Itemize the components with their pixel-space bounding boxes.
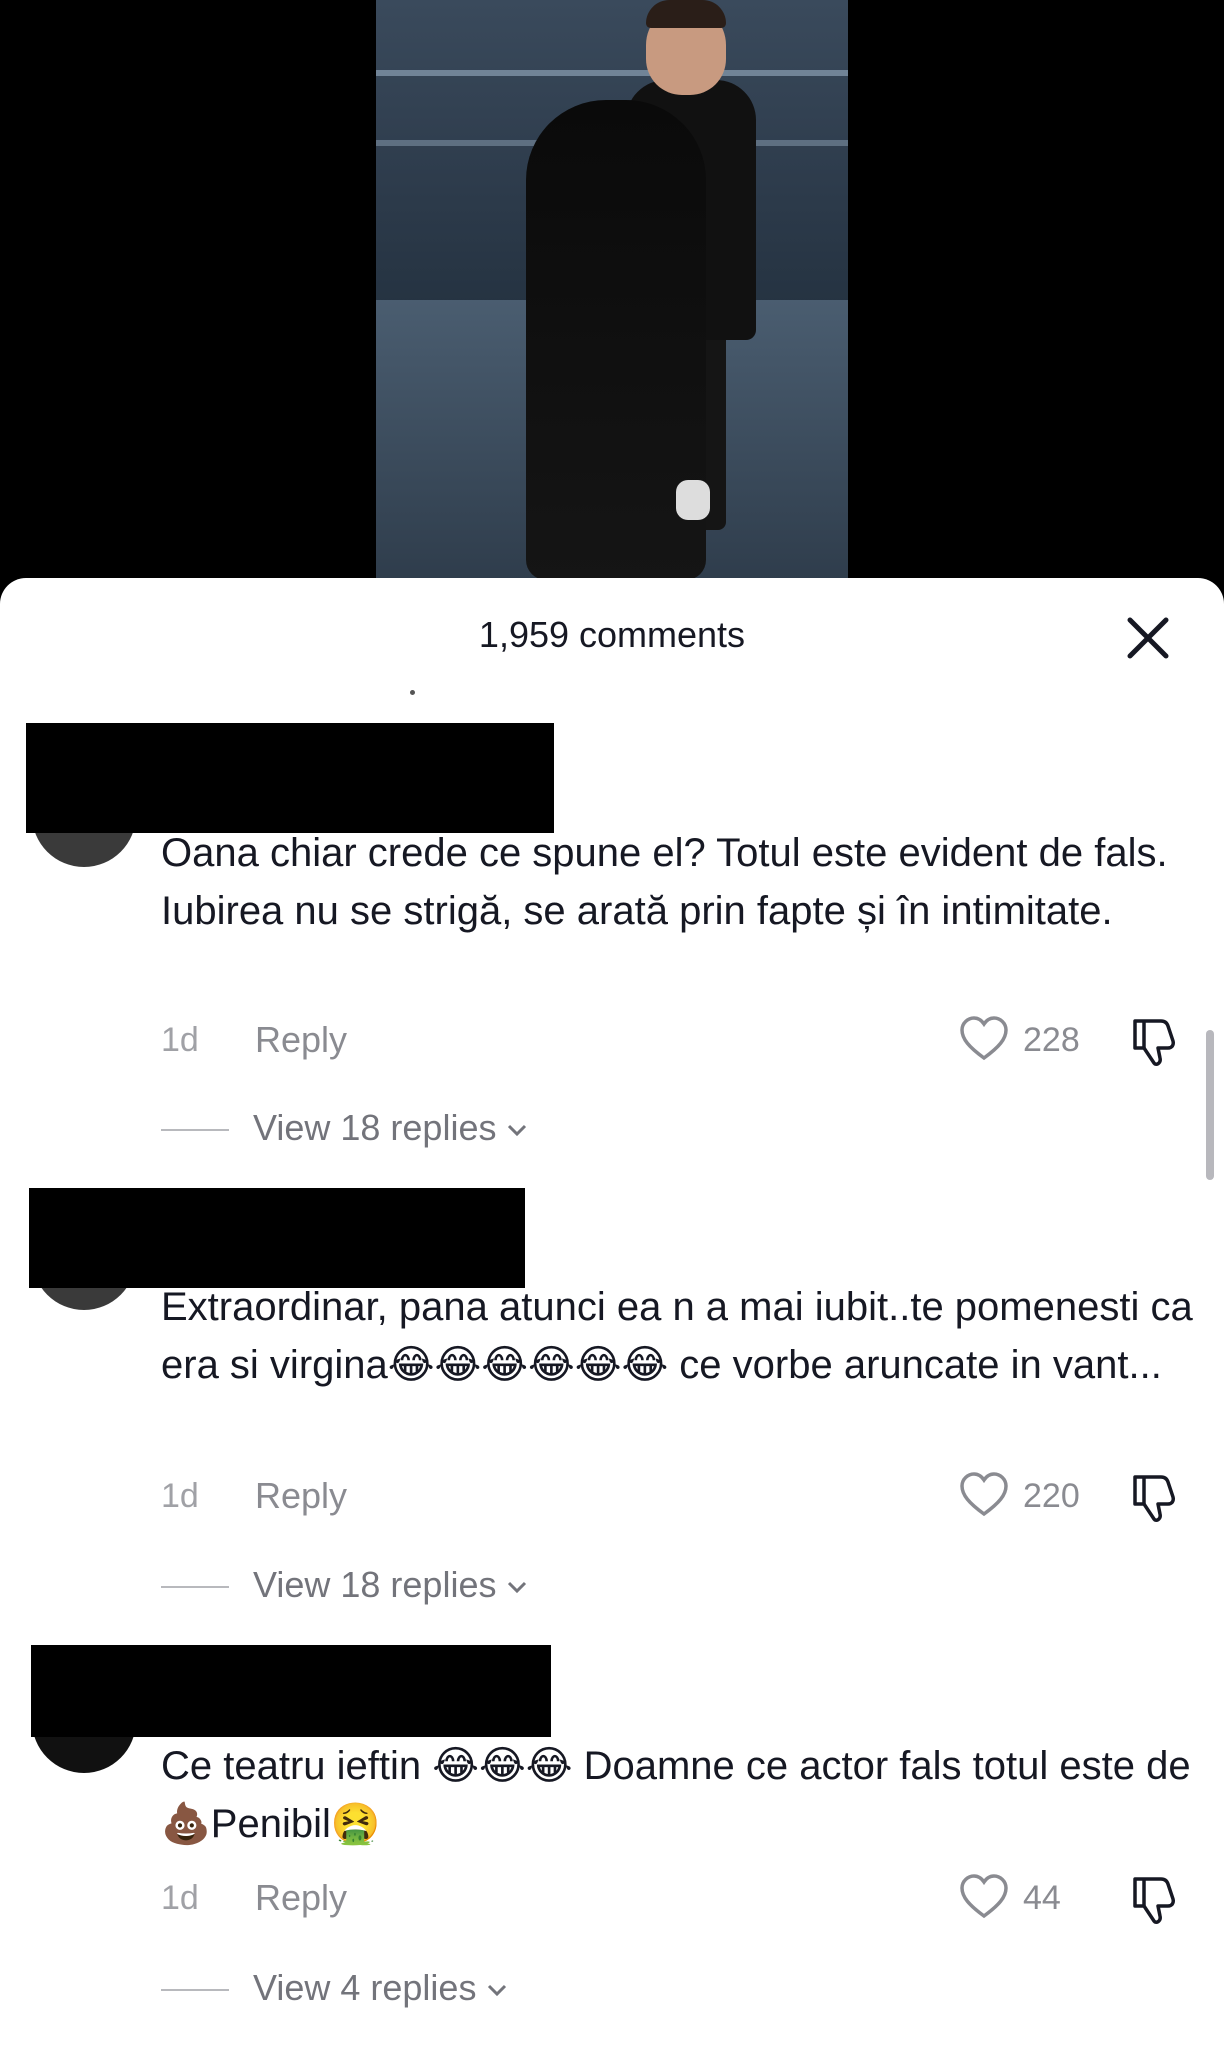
performer-shoe	[676, 480, 710, 520]
reply-button[interactable]: Reply	[255, 1019, 347, 1061]
like-count: 44	[1023, 1879, 1061, 1917]
comment-item: Extraordinar, pana atunci ea n a mai iub…	[0, 1188, 1224, 1628]
comment-text: Oana chiar crede ce spune el? Totul este…	[161, 831, 1168, 933]
comments-header: 1,959 comments	[0, 578, 1224, 695]
comment-time: 1d	[161, 1879, 199, 1917]
chevron-down-icon	[508, 1125, 527, 1137]
redacted-username	[29, 1188, 525, 1288]
comment-text: Extraordinar, pana atunci ea n a mai iub…	[161, 1285, 1193, 1387]
thumbs-down-icon[interactable]	[1127, 1015, 1181, 1069]
close-button[interactable]	[1120, 610, 1176, 666]
heart-icon	[960, 1016, 1008, 1061]
view-replies-label: View 18 replies	[253, 1564, 497, 1605]
replies-line	[161, 1586, 229, 1588]
comment-time: 1d	[161, 1021, 199, 1059]
comment-meta: 1d Reply 228	[161, 1015, 1191, 1066]
thumbs-down-icon[interactable]	[1127, 1873, 1181, 1927]
close-icon	[1127, 617, 1169, 659]
chevron-down-icon	[508, 1582, 527, 1594]
view-replies-button[interactable]: View 18 replies	[161, 1560, 761, 1610]
reply-button[interactable]: Reply	[255, 1475, 347, 1517]
heart-icon	[960, 1874, 1008, 1919]
replies-line	[161, 1989, 229, 1991]
video-player[interactable]	[0, 0, 1224, 600]
divider-dot	[410, 690, 415, 695]
comment-text: Ce teatru ieftin 😂😂😂 Doamne ce actor fal…	[161, 1744, 1191, 1846]
view-replies-button[interactable]: View 4 replies	[161, 1963, 761, 2013]
reply-button[interactable]: Reply	[255, 1877, 347, 1919]
stage-light-rail	[376, 70, 848, 76]
video-frame	[376, 0, 848, 580]
view-replies-label: View 4 replies	[253, 1967, 477, 2008]
comments-count: 1,959 comments	[478, 614, 746, 655]
redacted-username	[31, 1645, 551, 1737]
performer-hair	[646, 0, 726, 28]
comment-item: Oana chiar crede ce spune el? Totul este…	[0, 723, 1224, 1163]
like-count: 220	[1023, 1477, 1080, 1515]
scrollbar[interactable]	[1206, 1030, 1214, 1180]
thumbs-down-icon[interactable]	[1127, 1471, 1181, 1525]
comments-sheet: 1,959 comments Oana chiar crede ce spune…	[0, 578, 1224, 2048]
comment-meta: 1d Reply 220	[161, 1471, 1191, 1522]
view-replies-button[interactable]: View 18 replies	[161, 1103, 761, 1153]
like-count: 228	[1023, 1021, 1080, 1059]
view-replies-label: View 18 replies	[253, 1107, 497, 1148]
comment-meta: 1d Reply 44	[161, 1873, 1191, 1924]
comment-time: 1d	[161, 1477, 199, 1515]
chevron-down-icon	[488, 1985, 507, 1997]
redacted-username	[26, 723, 554, 833]
heart-icon	[960, 1472, 1008, 1517]
replies-line	[161, 1129, 229, 1131]
comment-item: Ce teatru ieftin 😂😂😂 Doamne ce actor fal…	[0, 1645, 1224, 2045]
